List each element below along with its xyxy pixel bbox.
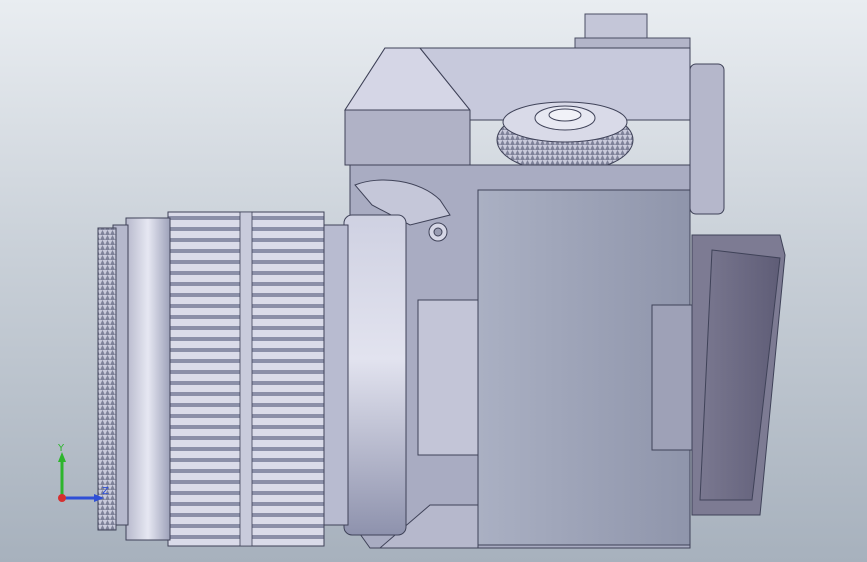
zoom-ring[interactable] [167,211,325,547]
lens-mount [321,214,407,536]
mode-dial[interactable] [496,101,634,173]
y-axis-label: Y [57,443,65,454]
axis-triad: Y Z [57,443,109,502]
lcd-screen[interactable] [691,234,786,516]
z-axis-label: Z [102,486,109,497]
x-axis-dot [58,494,66,502]
camera-model[interactable] [0,0,867,562]
graphics-viewport[interactable]: Y Z [0,0,867,562]
